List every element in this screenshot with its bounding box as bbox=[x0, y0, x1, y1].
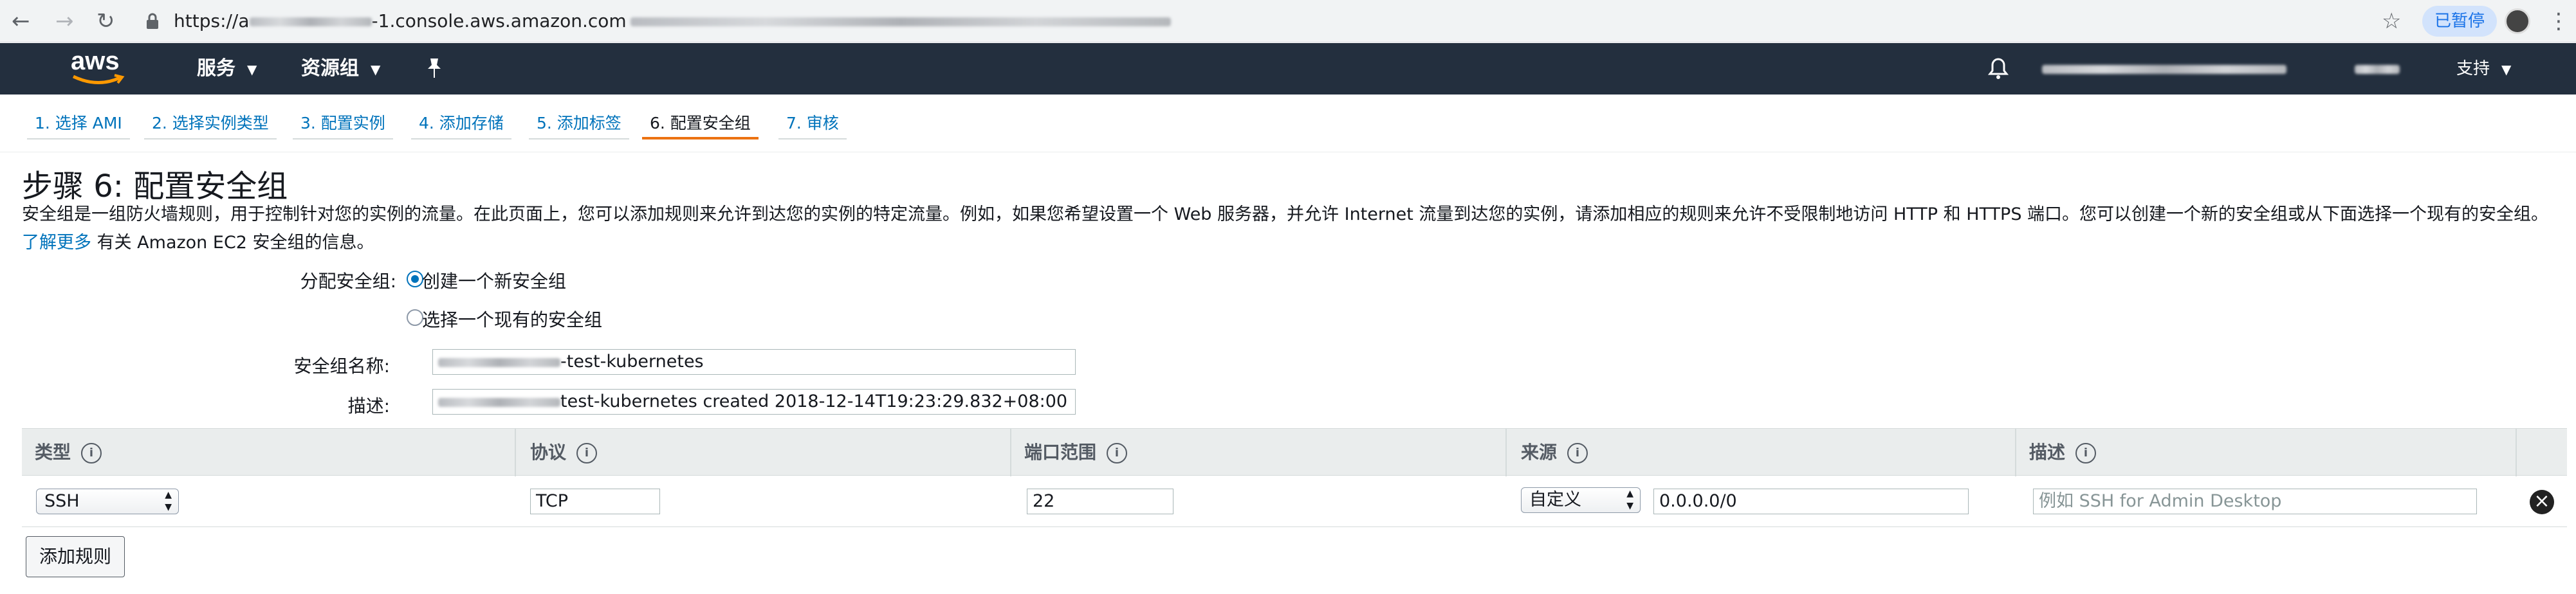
radio-create-new[interactable] bbox=[407, 271, 423, 287]
forward-icon[interactable]: → bbox=[55, 0, 74, 42]
rule-description-input[interactable]: 例如 SSH for Admin Desktop bbox=[2033, 489, 2477, 514]
security-group-name-value: -test-kubernetes bbox=[560, 352, 704, 372]
table-row: SSH ▲ ▼ TCP 22 自定义 ▲ ▼ 0.0.0.0/0 例如 SSH fo… bbox=[22, 476, 2567, 527]
intro-paragraph: 安全组是一组防火墙规则，用于控制针对您的实例的流量。在此页面上，您可以添加规则来… bbox=[22, 204, 2549, 224]
security-group-name-input[interactable]: -test-kubernetes bbox=[432, 349, 1076, 375]
rule-protocol-field: TCP bbox=[530, 489, 660, 514]
column-divider bbox=[1505, 429, 1507, 476]
column-divider bbox=[515, 429, 516, 476]
column-source-label: 来源 bbox=[1521, 442, 1558, 463]
column-description-label: 描述 bbox=[2029, 442, 2066, 463]
chevron-down-icon: ▼ bbox=[371, 61, 381, 77]
rule-source-mode: 自定义 bbox=[1529, 490, 1581, 510]
services-menu[interactable]: 服务 ▼ bbox=[197, 43, 257, 95]
browser-toolbar: ← → ↻ https://a -1.console.aws.amazon.com… bbox=[0, 0, 2576, 42]
add-rule-button[interactable]: 添加规则 bbox=[26, 536, 125, 577]
info-icon[interactable]: i bbox=[576, 443, 598, 464]
column-source: 来源 i bbox=[1521, 429, 1588, 476]
info-icon[interactable]: i bbox=[1107, 443, 1128, 464]
learn-more-link[interactable]: 了解更多 bbox=[22, 233, 91, 253]
aws-top-nav: aws 服务 ▼ 资源组 ▼ 支持 ▼ bbox=[0, 43, 2576, 94]
account-name-redacted[interactable] bbox=[2042, 65, 2286, 74]
tab-choose-ami[interactable]: 1. 选择 AMI bbox=[27, 107, 130, 140]
back-icon[interactable]: ← bbox=[12, 0, 30, 42]
page-title: 步骤 6: 配置安全组 bbox=[22, 168, 288, 204]
select-arrows-icon: ▲ ▼ bbox=[165, 490, 172, 512]
bookmark-star-icon[interactable]: ☆ bbox=[2382, 0, 2401, 42]
description-value: test-kubernetes created 2018-12-14T19:23… bbox=[560, 392, 1068, 411]
address-bar[interactable]: https://a -1.console.aws.amazon.com bbox=[174, 0, 1171, 42]
rule-port-range-input[interactable]: 22 bbox=[1027, 489, 1173, 514]
url-prefix: https://a bbox=[174, 10, 250, 32]
support-label: 支持 bbox=[2456, 59, 2490, 78]
radio-select-existing-label[interactable]: 选择一个现有的安全组 bbox=[422, 306, 602, 332]
rule-type-value: SSH bbox=[44, 491, 80, 511]
aws-logo[interactable]: aws bbox=[71, 47, 129, 86]
column-divider bbox=[2015, 429, 2016, 476]
rule-source-cidr-input[interactable]: 0.0.0.0/0 bbox=[1653, 489, 1969, 514]
tab-configure-instance[interactable]: 3. 配置实例 bbox=[293, 107, 393, 140]
region-redacted[interactable] bbox=[2355, 65, 2400, 74]
tab-choose-instance-type[interactable]: 2. 选择实例类型 bbox=[144, 107, 277, 140]
column-type: 类型 i bbox=[35, 429, 102, 476]
rule-protocol-value: TCP bbox=[536, 491, 569, 511]
column-divider bbox=[2516, 429, 2517, 476]
column-protocol: 协议 i bbox=[530, 429, 598, 476]
intro-text: 安全组是一组防火墙规则，用于控制针对您的实例的流量。在此页面上，您可以添加规则来… bbox=[22, 201, 2557, 257]
select-arrows-icon: ▲ ▼ bbox=[1626, 489, 1633, 511]
sync-paused-button[interactable]: 已暂停 bbox=[2422, 6, 2497, 37]
assign-security-group-label: 分配安全组: bbox=[300, 271, 396, 292]
chevron-down-icon: ▼ bbox=[247, 61, 257, 77]
tab-review[interactable]: 7. 审核 bbox=[778, 107, 847, 140]
tab-add-storage[interactable]: 4. 添加存储 bbox=[411, 107, 511, 140]
desc-prefix-redacted bbox=[438, 397, 560, 407]
rule-description-placeholder: 例如 SSH for Admin Desktop bbox=[2039, 491, 2282, 511]
aws-smile-icon bbox=[72, 74, 125, 85]
learn-more-suffix: 有关 Amazon EC2 安全组的信息。 bbox=[97, 233, 374, 253]
column-description: 描述 i bbox=[2029, 429, 2097, 476]
resource-groups-menu[interactable]: 资源组 ▼ bbox=[301, 43, 380, 95]
services-label: 服务 bbox=[197, 57, 235, 80]
info-icon[interactable]: i bbox=[2075, 443, 2097, 464]
remove-rule-icon[interactable]: × bbox=[2530, 490, 2554, 514]
lock-icon bbox=[145, 13, 160, 32]
url-host: -1.console.aws.amazon.com bbox=[371, 10, 627, 32]
column-type-label: 类型 bbox=[35, 442, 71, 463]
rule-source-cidr-value: 0.0.0.0/0 bbox=[1659, 491, 1737, 511]
rules-table-header: 类型 i 协议 i 端口范围 i 来源 i 描述 i bbox=[22, 428, 2567, 476]
rule-type-select[interactable]: SSH ▲ ▼ bbox=[36, 489, 179, 514]
resource-groups-label: 资源组 bbox=[301, 57, 359, 80]
notification-bell-icon[interactable] bbox=[1987, 57, 2009, 83]
reload-icon[interactable]: ↻ bbox=[97, 0, 115, 42]
column-port-range: 端口范围 i bbox=[1024, 429, 1128, 476]
url-path-redacted bbox=[630, 17, 1171, 26]
name-prefix-redacted bbox=[438, 357, 560, 367]
description-label: 描述: bbox=[347, 395, 390, 417]
aws-logo-text: aws bbox=[71, 47, 120, 75]
pin-icon[interactable] bbox=[425, 57, 444, 82]
column-port-range-label: 端口范围 bbox=[1024, 442, 1097, 463]
rule-port-range-value: 22 bbox=[1033, 491, 1055, 511]
profile-avatar[interactable] bbox=[2505, 8, 2530, 34]
tab-add-tags[interactable]: 5. 添加标签 bbox=[529, 107, 629, 140]
info-icon[interactable]: i bbox=[1567, 443, 1588, 464]
radio-create-new-label[interactable]: 创建一个新安全组 bbox=[422, 267, 566, 293]
rule-source-select[interactable]: 自定义 ▲ ▼ bbox=[1521, 487, 1641, 513]
column-protocol-label: 协议 bbox=[530, 442, 567, 463]
chevron-down-icon: ▼ bbox=[2501, 61, 2512, 77]
wizard-steps: 1. 选择 AMI 2. 选择实例类型 3. 配置实例 4. 添加存储 5. 添… bbox=[0, 94, 2576, 152]
more-menu-icon[interactable]: ⋮ bbox=[2548, 0, 2570, 42]
column-divider bbox=[1010, 429, 1011, 476]
radio-select-existing[interactable] bbox=[407, 309, 423, 326]
tab-configure-security-group[interactable]: 6. 配置安全组 bbox=[642, 107, 759, 140]
support-menu[interactable]: 支持 ▼ bbox=[2456, 43, 2511, 95]
description-input[interactable]: test-kubernetes created 2018-12-14T19:23… bbox=[432, 389, 1076, 415]
url-redacted bbox=[249, 17, 372, 26]
info-icon[interactable]: i bbox=[81, 443, 102, 464]
security-group-name-label: 安全组名称: bbox=[293, 356, 390, 377]
